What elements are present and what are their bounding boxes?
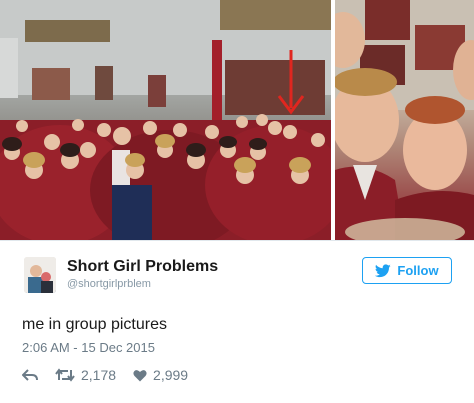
tweet-actions: 2,178 2,999 xyxy=(22,365,205,385)
tweet-card: Short Girl Problems @shortgirlprblem Fol… xyxy=(0,241,474,403)
tweet-timestamp[interactable]: 2:06 AM - 15 Dec 2015 xyxy=(22,340,155,355)
tweet-text: me in group pictures xyxy=(22,316,167,333)
heart-icon xyxy=(133,369,147,381)
like-button[interactable]: 2,999 xyxy=(133,367,188,383)
follow-label: Follow xyxy=(397,263,439,278)
reply-icon xyxy=(22,369,38,381)
avatar-icon xyxy=(24,257,56,293)
like-count: 2,999 xyxy=(153,367,189,383)
photo-collage xyxy=(0,0,474,240)
retweet-icon xyxy=(55,368,75,382)
reply-button[interactable] xyxy=(22,368,38,382)
zoomed-photo[interactable] xyxy=(335,0,474,240)
retweet-count: 2,178 xyxy=(81,367,117,383)
user-handle[interactable]: @shortgirlprblem xyxy=(67,278,151,290)
zoomed-photo-illustration xyxy=(335,0,474,240)
group-photo[interactable] xyxy=(0,0,331,240)
twitter-bird-icon xyxy=(375,263,392,277)
display-name[interactable]: Short Girl Problems xyxy=(67,258,218,276)
retweet-button[interactable]: 2,178 xyxy=(55,367,116,383)
red-arrow-icon xyxy=(277,50,305,115)
follow-button[interactable]: Follow xyxy=(362,257,452,284)
avatar[interactable] xyxy=(24,257,56,293)
